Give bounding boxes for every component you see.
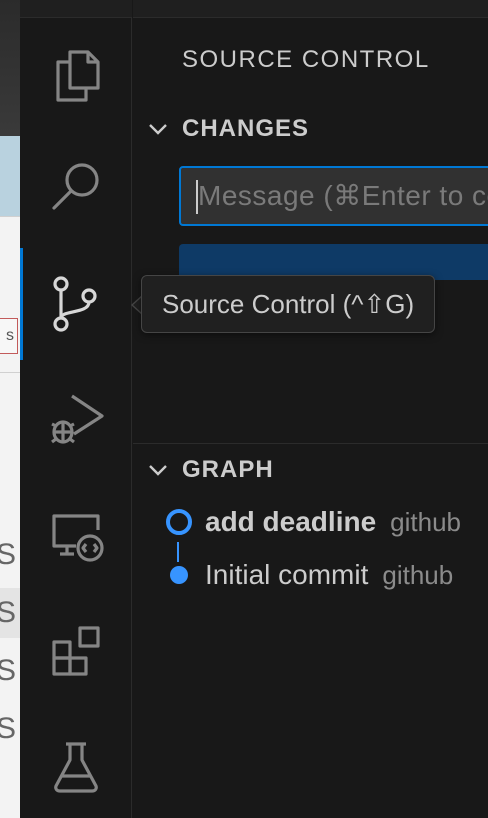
source-control-icon <box>53 276 97 332</box>
graph-edge <box>177 542 179 562</box>
graph-section-label: GRAPH <box>182 456 274 483</box>
vscode-window: s S S S S SOURCE CONTROL CHANGES Message… <box>0 0 488 818</box>
extensions-icon <box>52 626 100 676</box>
changes-section-label: CHANGES <box>182 115 310 142</box>
commit-message-input[interactable] <box>198 168 488 224</box>
search-icon <box>52 163 99 210</box>
commit-author: github <box>382 559 454 590</box>
graph-commit-row[interactable]: add deadline github <box>161 500 461 544</box>
activity-explorer[interactable] <box>20 18 132 130</box>
activity-testing[interactable] <box>20 710 132 818</box>
files-icon <box>56 50 100 102</box>
commit-message: add deadline <box>205 506 377 537</box>
background-window-strip: s S S S S <box>0 0 20 818</box>
activity-bar <box>20 0 132 818</box>
remote-explorer-icon <box>52 514 104 562</box>
source-control-tooltip: Source Control (^⇧G) <box>141 275 436 333</box>
activity-remote-explorer[interactable] <box>20 480 132 592</box>
graph-commit-row[interactable]: Initial commit github <box>161 553 453 597</box>
section-divider <box>133 443 488 444</box>
commit-message-field[interactable] <box>179 166 488 226</box>
graph-section-header[interactable]: GRAPH <box>147 452 274 488</box>
chevron-down-icon <box>149 465 167 476</box>
activity-search[interactable] <box>20 130 132 242</box>
chevron-down-icon <box>149 124 167 135</box>
commit-author: github <box>390 506 461 537</box>
source-control-panel: SOURCE CONTROL CHANGES GRAPH add deadlin… <box>133 0 488 818</box>
panel-title: SOURCE CONTROL <box>182 46 430 73</box>
commit-node-current-icon <box>161 500 197 544</box>
activity-run-debug[interactable] <box>20 362 132 474</box>
changes-section-header[interactable]: CHANGES <box>147 111 309 147</box>
activity-extensions[interactable] <box>20 594 132 706</box>
commit-node-icon <box>161 553 197 597</box>
testing-icon <box>54 742 98 793</box>
commit-message: Initial commit <box>205 559 369 590</box>
run-debug-icon <box>51 394 104 444</box>
activity-source-control[interactable] <box>20 248 132 360</box>
